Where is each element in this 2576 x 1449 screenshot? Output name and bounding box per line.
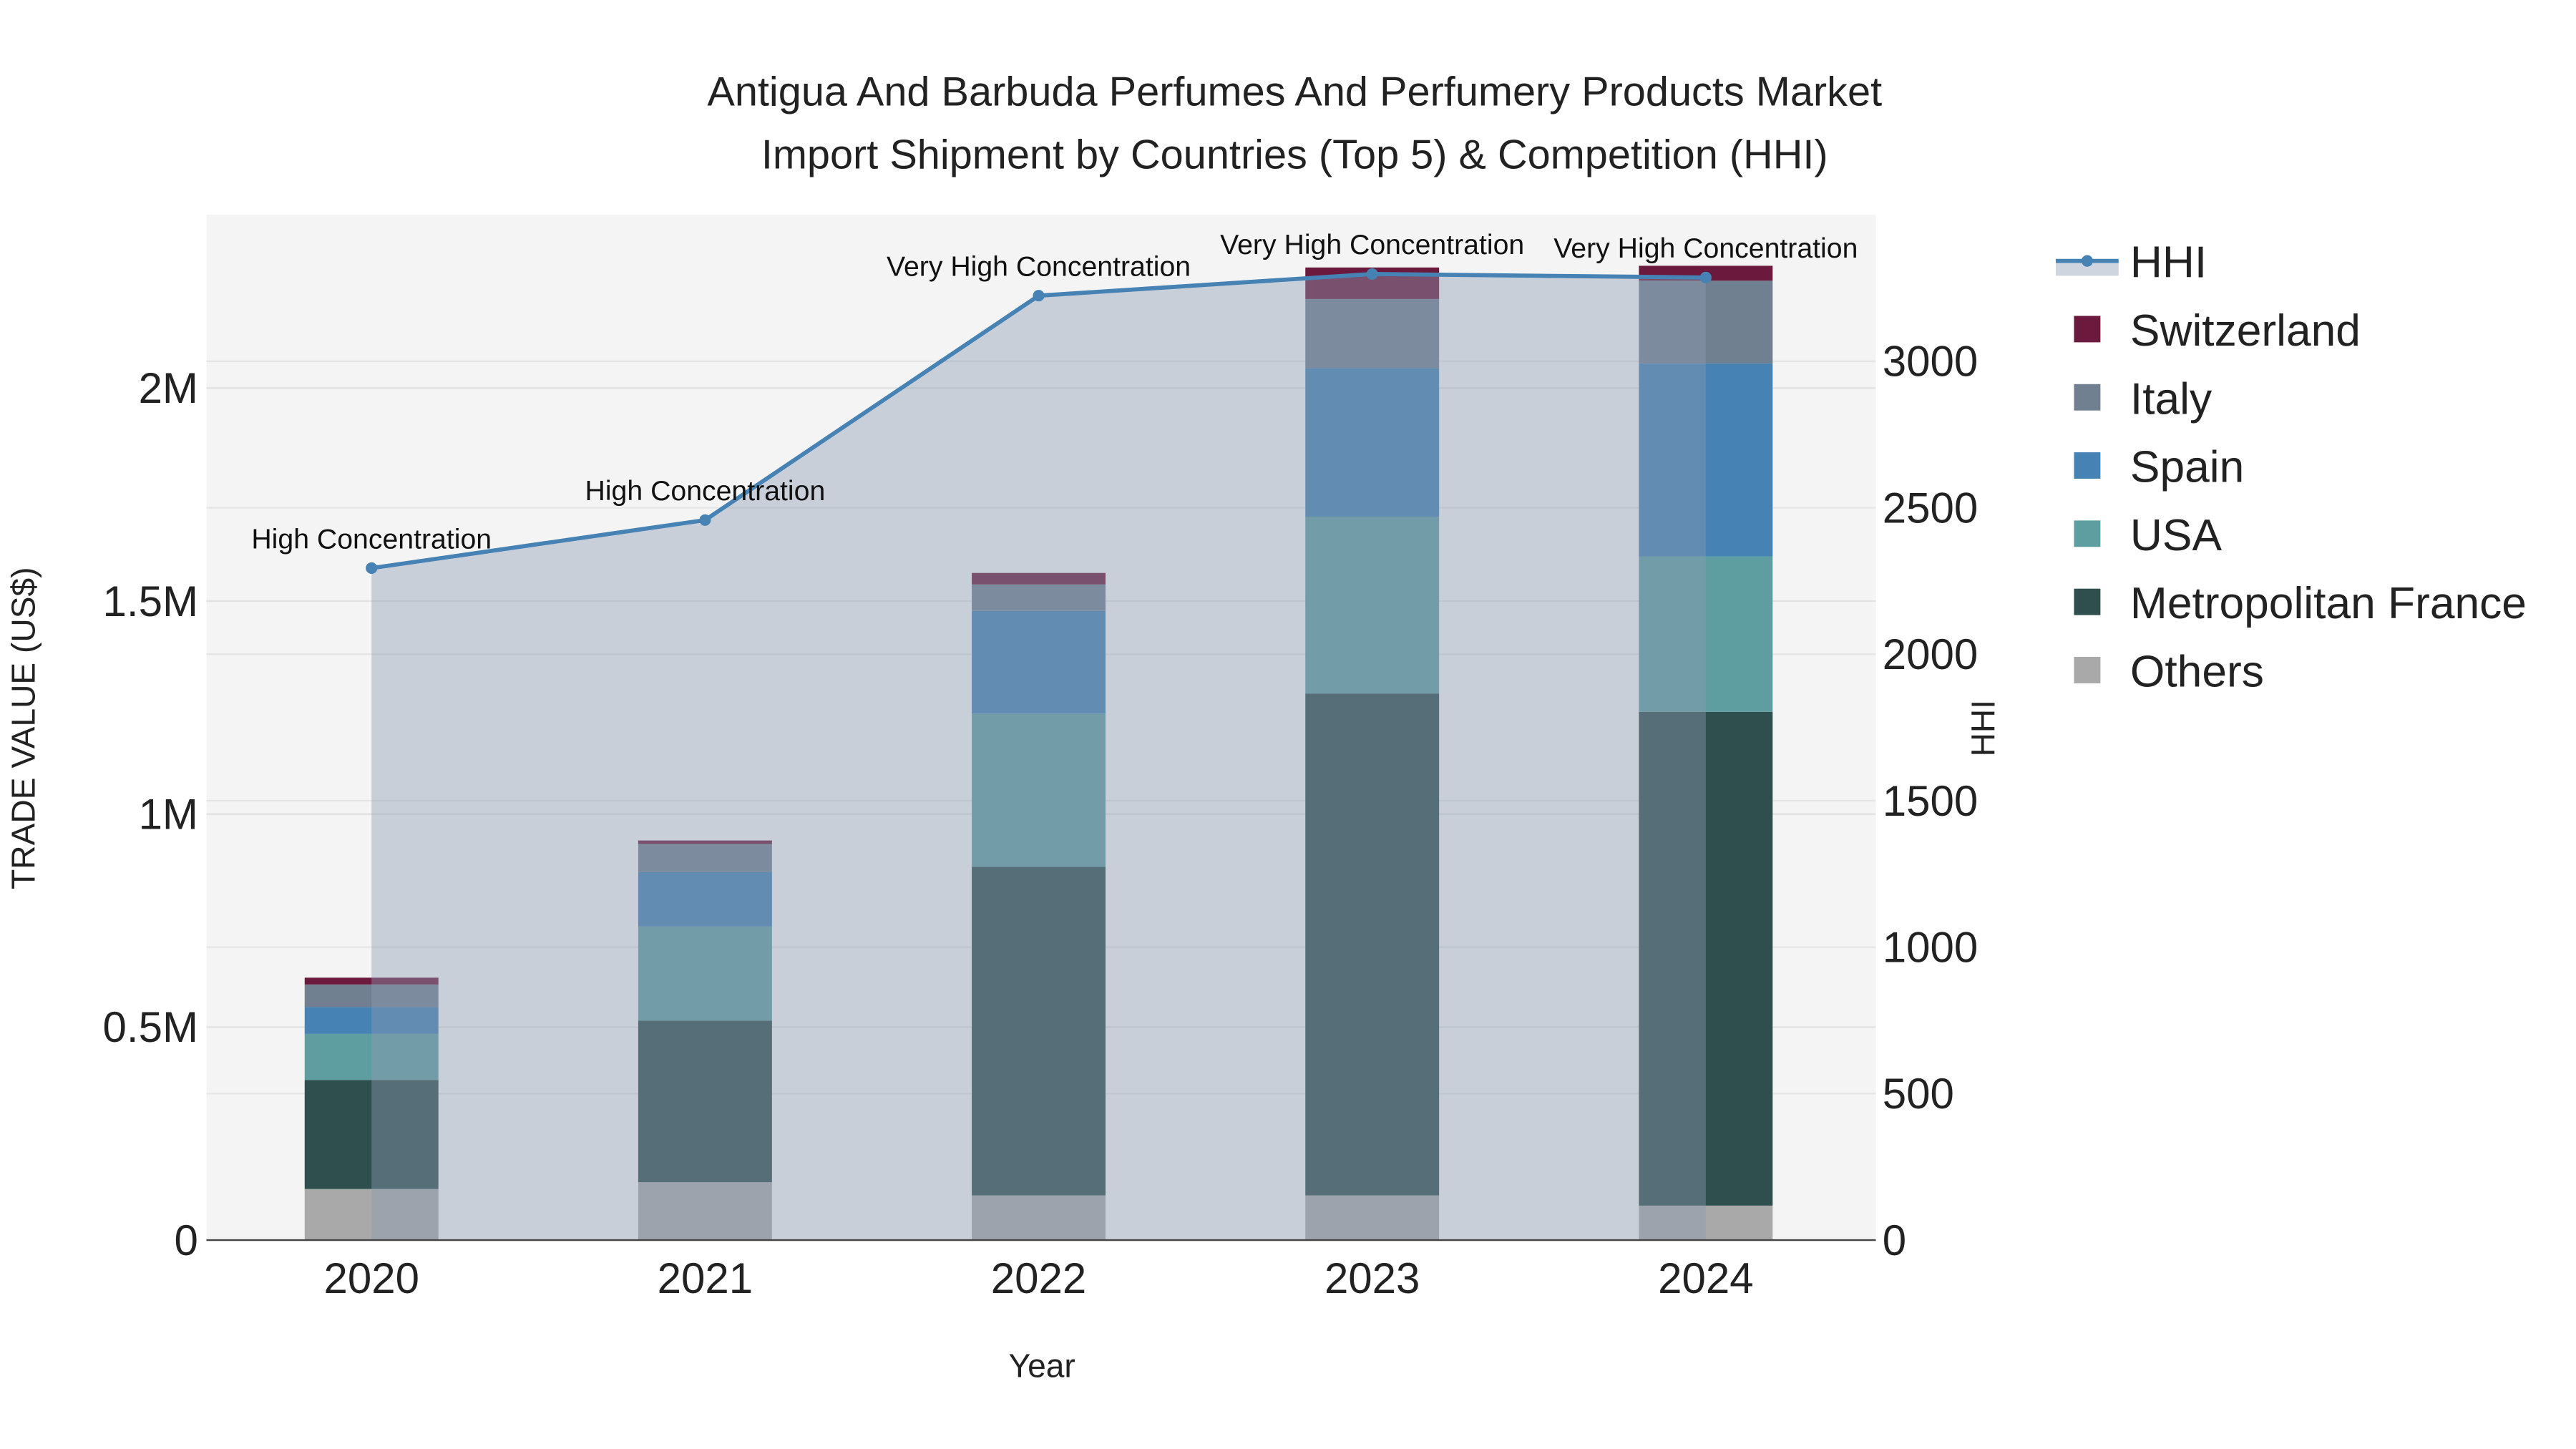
y2-tick-label: 2000: [1883, 630, 1978, 678]
legend-label: Italy: [2130, 374, 2212, 424]
hhi-point-2024: [1699, 271, 1712, 283]
legend-item-hhi[interactable]: HHI: [2056, 238, 2207, 288]
legend-label: Others: [2130, 648, 2264, 697]
y2-tick-label: 1500: [1883, 777, 1978, 825]
y2-tick-label: 2500: [1883, 484, 1978, 532]
legend-item-italy[interactable]: Italy: [2074, 374, 2212, 424]
y-tick-label: 0.5M: [103, 1003, 198, 1051]
y-axis-ticks: 0 0.5M 1M 1.5M 2M: [103, 364, 198, 1264]
hhi-point-2021: [699, 514, 711, 526]
chart-title-line2: Import Shipment by Countries (Top 5) & C…: [761, 132, 1828, 177]
y2-tick-label: 3000: [1883, 338, 1978, 386]
legend-swatch: [2074, 588, 2101, 615]
legend-item-spain[interactable]: Spain: [2074, 443, 2244, 492]
y-tick-label: 0: [175, 1216, 198, 1264]
x-tick-label: 2022: [991, 1254, 1086, 1302]
legend-label: Spain: [2130, 443, 2244, 492]
chart: High Concentration High Concentration Very…: [4, 69, 2527, 1385]
y2-axis-ticks: 0 500 1000 1500 2000 2500 3000: [1883, 338, 1978, 1264]
y-tick-label: 2M: [139, 364, 198, 412]
y2-tick-label: 500: [1883, 1070, 1954, 1118]
hhi-annotation: High Concentration: [585, 475, 826, 507]
y2-tick-label: 0: [1883, 1216, 1906, 1264]
legend-swatch: [2074, 520, 2101, 547]
hhi-annotation: Very High Concentration: [1553, 233, 1858, 264]
hhi-annotation: High Concentration: [251, 523, 492, 555]
legend: HHI Switzerland Italy Spain USA Metropolitan …: [2056, 238, 2527, 697]
legend-item-switzerland[interactable]: Switzerland: [2074, 306, 2361, 356]
legend-swatch-marker: [2081, 255, 2093, 267]
legend-item-usa[interactable]: USA: [2074, 511, 2222, 560]
legend-swatch: [2074, 452, 2101, 479]
legend-swatch: [2074, 316, 2101, 343]
hhi-point-2022: [1033, 290, 1045, 302]
hhi-point-2020: [366, 562, 378, 575]
y2-axis-label: HHI: [1965, 700, 2002, 756]
legend-item-others[interactable]: Others: [2074, 648, 2264, 697]
hhi-point-2023: [1366, 268, 1378, 280]
legend-label: HHI: [2130, 238, 2207, 288]
x-tick-label: 2020: [323, 1254, 419, 1302]
x-tick-label: 2024: [1658, 1254, 1753, 1302]
legend-swatch: [2074, 657, 2101, 683]
hhi-annotation: Very High Concentration: [1220, 229, 1524, 260]
x-axis-label: Year: [1009, 1347, 1075, 1385]
y2-tick-label: 1000: [1883, 923, 1978, 971]
legend-label: Metropolitan France: [2130, 579, 2527, 628]
x-axis-ticks: 2020 2021 2022 2023 2024: [323, 1254, 1753, 1302]
hhi-annotation: Very High Concentration: [887, 251, 1191, 283]
legend-label: USA: [2130, 511, 2223, 560]
x-tick-label: 2023: [1324, 1254, 1420, 1302]
chart-title-line1: Antigua And Barbuda Perfumes And Perfume…: [707, 69, 1882, 115]
y-axis-label: TRADE VALUE (US$): [4, 567, 42, 889]
legend-swatch: [2074, 384, 2101, 411]
legend-label: Switzerland: [2130, 306, 2361, 356]
x-tick-label: 2021: [658, 1254, 753, 1302]
y-tick-label: 1M: [139, 790, 198, 838]
legend-item-metropolitan-france[interactable]: Metropolitan France: [2074, 579, 2527, 628]
y-tick-label: 1.5M: [103, 577, 198, 625]
